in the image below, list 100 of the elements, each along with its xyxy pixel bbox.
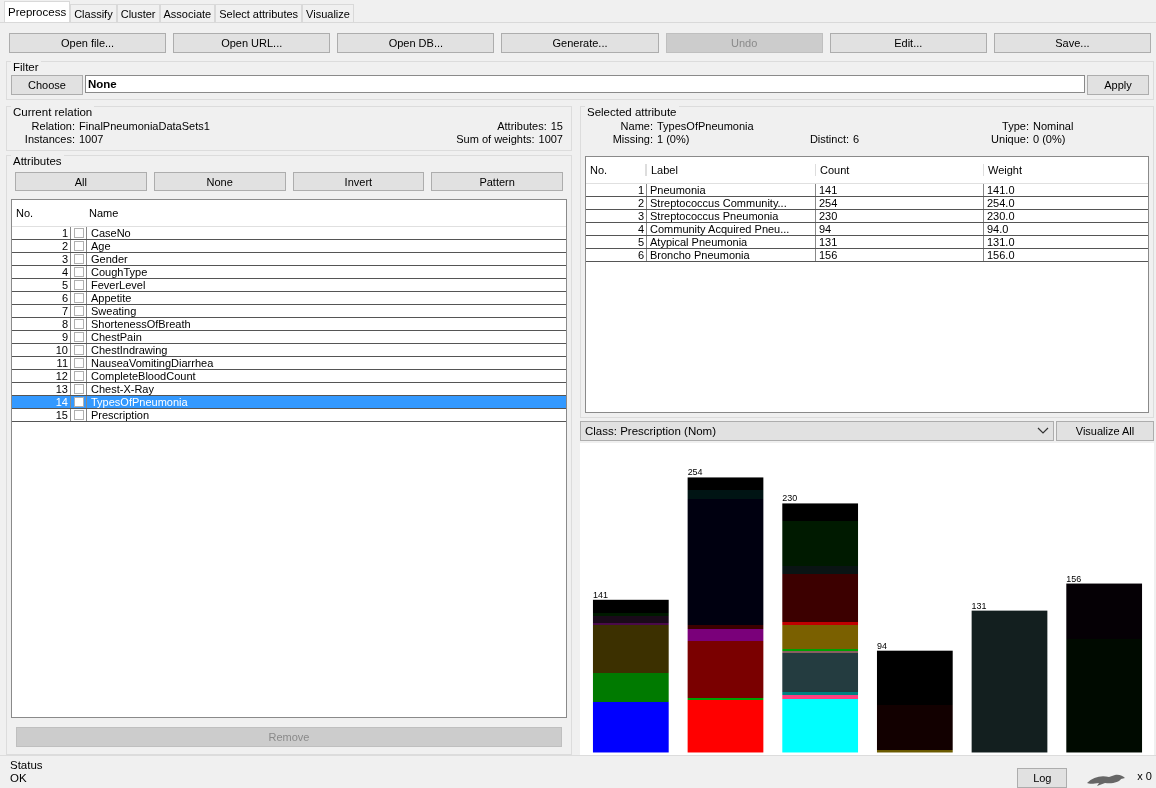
stat-label: Distinct:: [808, 133, 849, 146]
table-cell-text: CompleteBloodCount: [90, 370, 197, 382]
toolbar-button[interactable]: Edit...: [829, 33, 987, 53]
table-cell-text: 12: [54, 370, 69, 382]
checkbox[interactable]: [73, 319, 84, 329]
attribute-row[interactable]: 4 CoughType: [12, 266, 566, 279]
stat-value: 1 (0%): [657, 133, 691, 146]
attribute-select-button[interactable]: Pattern: [431, 172, 563, 191]
table-cell-text: Gender: [90, 253, 129, 265]
checkbox[interactable]: [73, 358, 84, 368]
table-cell-text: 6: [60, 292, 69, 304]
table-cell: Streptococcus Pneumonia: [646, 210, 815, 222]
checkbox[interactable]: [73, 410, 84, 420]
table-cell-text: ChestIndrawing: [90, 344, 169, 356]
table-cell-text: 4: [636, 223, 645, 235]
log-button[interactable]: Log: [1017, 768, 1068, 788]
apply-button[interactable]: Apply: [1087, 75, 1149, 95]
checkbox[interactable]: [73, 280, 84, 290]
stat-label: Missing:: [611, 133, 653, 146]
tab[interactable]: Visualize: [302, 4, 354, 22]
checkbox[interactable]: [73, 384, 84, 394]
table-cell: 94: [815, 223, 983, 235]
task-count: x 0: [1137, 770, 1152, 782]
table-cell-text: CoughType: [90, 266, 149, 278]
attribute-row[interactable]: 2 Age: [12, 240, 566, 253]
toolbar-button[interactable]: Open URL...: [173, 33, 331, 53]
column-header: No.: [586, 164, 646, 176]
tab[interactable]: Select attributes: [215, 4, 303, 22]
attribute-row[interactable]: 6 Appetite: [12, 292, 566, 305]
attribute-row[interactable]: 9 ChestPain: [12, 331, 566, 344]
stat-label: Instances:: [23, 133, 75, 146]
table-cell-text: 3: [636, 210, 645, 222]
table-cell-text: 5: [60, 279, 69, 291]
table-cell: 156.0: [983, 249, 1148, 261]
table-cell: Streptococcus Community...: [646, 197, 815, 209]
checkbox[interactable]: [73, 397, 84, 407]
table-cell-text: 1: [636, 184, 645, 196]
table-cell-text: 5: [636, 236, 645, 248]
bar-value-label: 254: [687, 467, 703, 478]
table-cell: Pneumonia: [646, 184, 815, 196]
table-cell: 230: [815, 210, 983, 222]
checkbox[interactable]: [73, 293, 84, 303]
toolbar-button[interactable]: Save...: [993, 33, 1151, 53]
visualize-all-button[interactable]: Visualize All: [1056, 421, 1154, 441]
table-cell-text: CaseNo: [90, 227, 132, 239]
table-cell-text: FeverLevel: [90, 279, 147, 291]
choose-button[interactable]: Choose: [11, 75, 83, 95]
attribute-row[interactable]: 11 NauseaVomitingDiarrhea: [12, 357, 566, 370]
checkbox[interactable]: [73, 267, 84, 277]
stat-label: Sum of weights:: [456, 133, 535, 146]
tab[interactable]: Cluster: [116, 4, 160, 22]
table-cell-text: 1: [60, 227, 69, 239]
attribute-row[interactable]: 10 ChestIndrawing: [12, 344, 566, 357]
toolbar-button[interactable]: Generate...: [501, 33, 659, 53]
checkbox[interactable]: [73, 332, 84, 342]
stat-value: 0 (0%): [1033, 133, 1067, 146]
filter-field[interactable]: None: [85, 75, 1085, 93]
checkbox[interactable]: [73, 306, 84, 316]
checkbox[interactable]: [73, 241, 84, 251]
stat-label: Name:: [619, 120, 653, 133]
attribute-row[interactable]: 12 CompleteBloodCount: [12, 370, 566, 383]
status-message: OK: [10, 772, 28, 785]
tab[interactable]: Classify: [70, 4, 117, 22]
stat-value: 1007: [79, 133, 104, 146]
attribute-row[interactable]: 7 Sweating: [12, 305, 566, 318]
stat-value: 15: [550, 120, 563, 133]
attribute-select-button[interactable]: Invert: [292, 172, 425, 191]
checkbox[interactable]: [73, 345, 84, 355]
table-cell-text: 3: [60, 253, 69, 265]
table-cell-text: Sweating: [90, 305, 138, 317]
table-cell-text: TypesOfPneumonia: [90, 396, 189, 408]
table-cell: Community Acquired Pneu...: [646, 223, 815, 235]
attribute-row[interactable]: 15 Prescription: [12, 409, 566, 422]
toolbar-button[interactable]: Open DB...: [337, 33, 495, 53]
bar-value-label: 156: [1066, 573, 1082, 584]
table-cell-text: 11: [55, 357, 69, 369]
table-cell-text: 2: [60, 240, 69, 252]
stat-label: Attributes:: [497, 120, 547, 133]
tab[interactable]: Preprocess: [4, 1, 71, 22]
attribute-row[interactable]: 3 Gender: [12, 253, 566, 266]
checkbox[interactable]: [73, 254, 84, 264]
toolbar-button[interactable]: Open file...: [9, 33, 167, 53]
bar-value-label: 131: [971, 600, 987, 611]
attribute-row[interactable]: 5 FeverLevel: [12, 279, 566, 292]
attribute-row[interactable]: 8 ShortenessOfBreath: [12, 318, 566, 331]
stat-value: 1007: [538, 133, 563, 146]
table-cell: 141: [815, 184, 983, 196]
group-title: Status: [10, 759, 44, 772]
class-dropdown[interactable]: Class: Prescription (Nom): [580, 421, 1054, 441]
checkbox[interactable]: [73, 228, 84, 238]
table-cell-text: 14: [54, 396, 69, 408]
checkbox[interactable]: [73, 371, 84, 381]
attribute-select-button[interactable]: All: [15, 172, 147, 191]
group-title: Filter: [11, 61, 41, 73]
attribute-select-button[interactable]: None: [153, 172, 286, 191]
table-cell-text: 6: [636, 249, 645, 261]
attribute-row[interactable]: 1 CaseNo: [12, 227, 566, 240]
table-cell-text: 8: [60, 318, 69, 330]
tab[interactable]: Associate: [159, 4, 216, 22]
bar-value-label: 94: [876, 640, 887, 651]
